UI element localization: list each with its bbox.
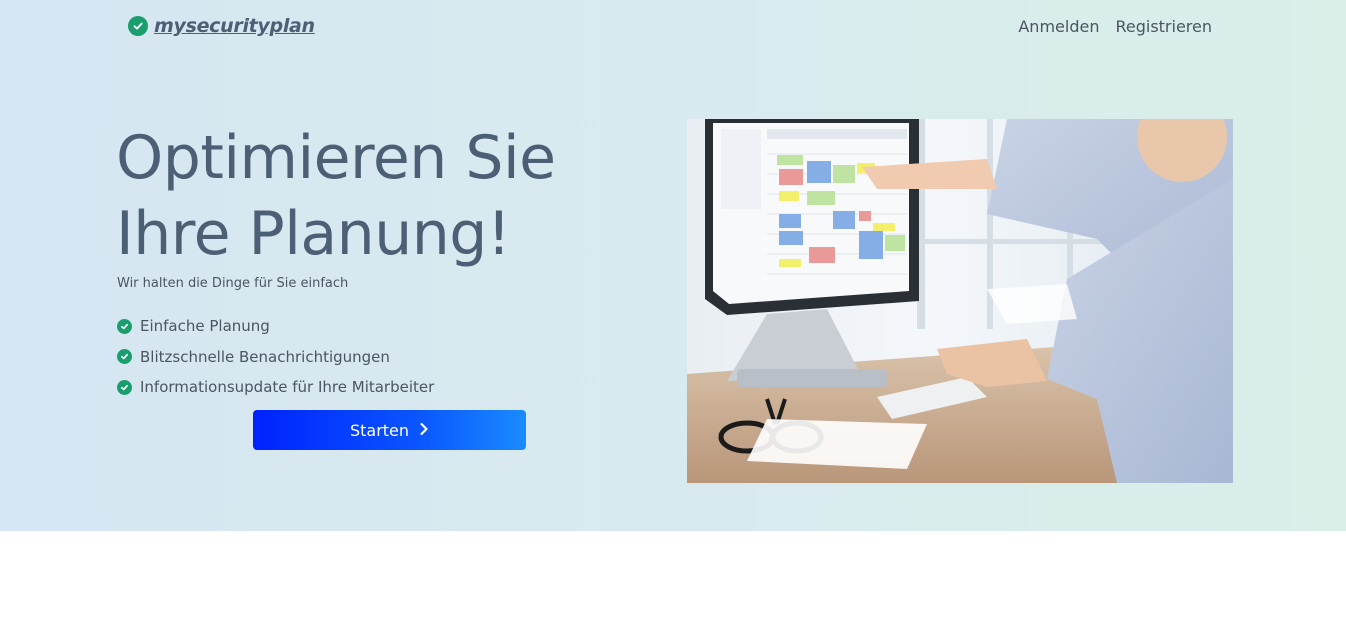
check-circle-icon xyxy=(117,318,132,334)
feature-list: Einfache Planung Blitzschnelle Benachric… xyxy=(117,311,434,403)
feature-label: Informationsupdate für Ihre Mitarbeiter xyxy=(140,378,435,397)
hero-section: mysecurityplan Anmelden Registrieren Opt… xyxy=(0,0,1346,531)
feature-item: Informationsupdate für Ihre Mitarbeiter xyxy=(117,372,434,403)
start-button-label: Starten xyxy=(349,420,410,440)
feature-item: Blitzschnelle Benachrichtigungen xyxy=(117,342,434,373)
hero-headline: Optimieren Sie Ihre Planung! xyxy=(116,123,556,269)
check-circle-icon xyxy=(117,349,132,365)
check-circle-icon xyxy=(128,16,148,36)
feature-label: Blitzschnelle Benachrichtigungen xyxy=(140,347,390,366)
brand-name[interactable]: mysecurityplan xyxy=(154,15,315,37)
register-link[interactable]: Registrieren xyxy=(1115,17,1212,36)
top-nav: Anmelden Registrieren xyxy=(1018,17,1212,36)
chevron-right-icon xyxy=(419,421,429,440)
feature-label: Einfache Planung xyxy=(140,317,270,336)
brand-logo[interactable]: mysecurityplan xyxy=(128,15,315,37)
hero-subline: Wir halten die Dinge für Sie einfach xyxy=(117,276,349,291)
start-button[interactable]: Starten xyxy=(253,410,526,450)
login-link[interactable]: Anmelden xyxy=(1018,17,1099,36)
check-circle-icon xyxy=(117,379,132,395)
feature-item: Einfache Planung xyxy=(117,311,434,342)
hero-image xyxy=(687,119,1233,483)
